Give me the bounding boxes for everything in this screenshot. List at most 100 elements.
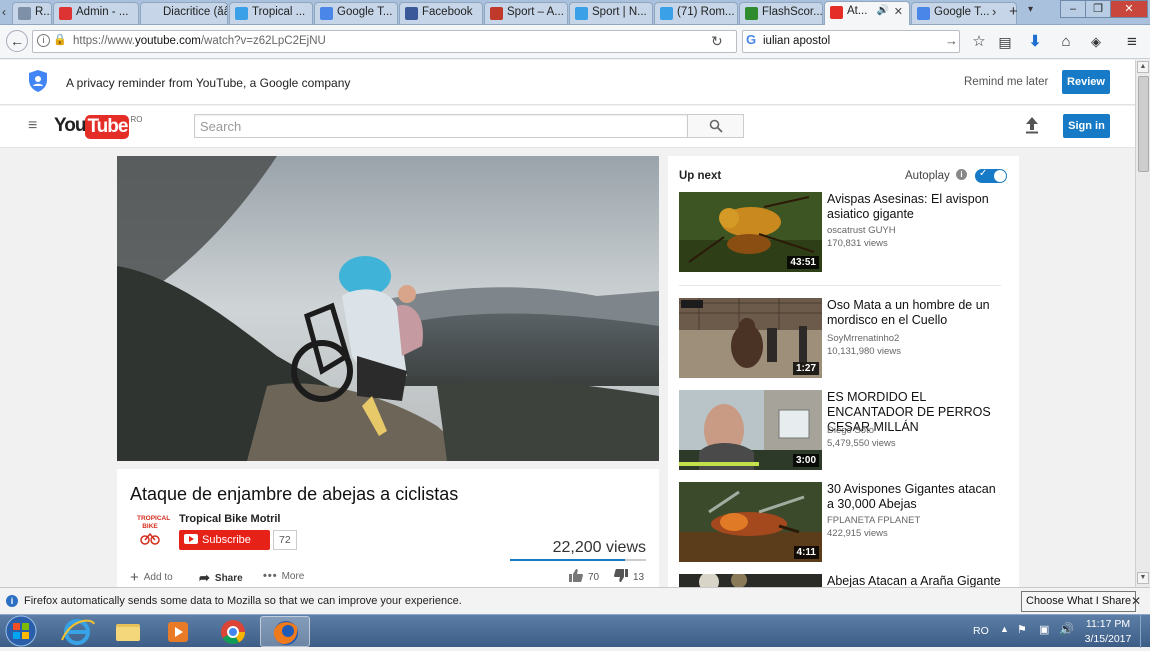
remind-later-button[interactable]: Remind me later bbox=[964, 76, 1048, 88]
clock-date[interactable]: 3/15/2017 bbox=[1084, 633, 1132, 645]
more-button[interactable]: ••• More bbox=[263, 570, 304, 582]
network-icon[interactable]: ▣ bbox=[1039, 623, 1049, 636]
youtube-logo[interactable]: You Tube RO bbox=[54, 115, 142, 139]
recommended-video[interactable]: Abejas Atacan a Araña Gigante || bbox=[679, 574, 1009, 587]
video-duration: 1:27 bbox=[792, 362, 819, 375]
url-bar[interactable]: i 🔒 https://www.youtube.com/watch?v=z62L… bbox=[32, 30, 737, 53]
close-window-button[interactable]: ✕ bbox=[1110, 0, 1148, 18]
start-button[interactable] bbox=[3, 615, 39, 647]
search-button[interactable] bbox=[687, 114, 744, 138]
search-input[interactable]: Search bbox=[194, 114, 688, 138]
recommended-video[interactable]: 43:51 Avispas Asesinas: El avispon asiat… bbox=[679, 192, 1009, 274]
video-title[interactable]: Abejas Atacan a Araña Gigante || bbox=[827, 574, 1005, 587]
flashscore-icon bbox=[745, 7, 758, 20]
video-thumbnail[interactable]: 3:00 bbox=[679, 390, 822, 470]
video-thumbnail[interactable] bbox=[679, 574, 822, 587]
logo-region: RO bbox=[130, 115, 143, 124]
video-title[interactable]: Avispas Asesinas: El avispon asiatico gi… bbox=[827, 192, 1005, 222]
more-dots-icon: ••• bbox=[263, 570, 278, 582]
channel-name: Diego Soto bbox=[827, 425, 875, 436]
search-go-icon[interactable]: → bbox=[945, 33, 958, 48]
back-button[interactable]: ← bbox=[6, 30, 28, 52]
autoplay-toggle[interactable]: ✓ bbox=[975, 168, 1007, 183]
browser-tab[interactable]: At... 🔊 ✕ bbox=[824, 1, 910, 25]
browser-tab[interactable]: Google T... bbox=[911, 2, 1017, 24]
tab-scroll-right-button[interactable]: › bbox=[992, 4, 996, 19]
browser-tab[interactable]: FlashScor... bbox=[739, 2, 823, 24]
menu-icon[interactable]: ≡ bbox=[1122, 32, 1142, 52]
home-icon[interactable]: ⌂ bbox=[1056, 32, 1076, 52]
search-bar[interactable]: G iulian apostol → bbox=[742, 30, 960, 53]
page-scrollbar[interactable]: ▲ ▼ bbox=[1135, 60, 1150, 587]
upload-icon[interactable] bbox=[1024, 116, 1040, 134]
channel-avatar[interactable]: TROPICAL BIKE bbox=[137, 515, 170, 549]
reload-icon[interactable]: ↻ bbox=[711, 33, 723, 50]
view-count: 10,131,980 views bbox=[827, 346, 901, 357]
guide-menu-icon[interactable]: ≡ bbox=[28, 117, 37, 135]
like-button[interactable]: 70 bbox=[569, 569, 599, 583]
browser-tab[interactable]: Diacritice (ăâî... bbox=[140, 2, 228, 24]
tab-list-button[interactable]: ▾ bbox=[1028, 4, 1033, 15]
browser-tab[interactable]: Google T... bbox=[314, 2, 398, 24]
up-next-label: Up next bbox=[679, 170, 722, 182]
browser-tab[interactable]: R... bbox=[12, 2, 52, 24]
add-to-button[interactable]: + Add to bbox=[130, 569, 173, 586]
show-desktop-button[interactable] bbox=[1140, 615, 1150, 648]
tab-label: FlashScor... bbox=[762, 6, 823, 18]
channel-name[interactable]: Tropical Bike Motril bbox=[179, 513, 280, 525]
browser-tab[interactable]: Sport – A... bbox=[484, 2, 568, 24]
speaker-icon[interactable]: 🔊 bbox=[877, 5, 889, 16]
internet-explorer-icon[interactable] bbox=[52, 616, 102, 647]
close-tab-icon[interactable]: ✕ bbox=[894, 5, 903, 18]
video-title[interactable]: Oso Mata a un hombre de un mordisco en e… bbox=[827, 298, 1005, 328]
bookmarks-list-icon[interactable]: ▤ bbox=[995, 32, 1015, 52]
file-explorer-icon[interactable] bbox=[103, 616, 153, 647]
share-button[interactable]: ➦ Share bbox=[199, 570, 243, 586]
tray-expand-icon[interactable]: ▲ bbox=[1000, 624, 1009, 634]
scroll-up-button[interactable]: ▲ bbox=[1137, 61, 1149, 73]
restore-button[interactable]: ❐ bbox=[1085, 0, 1111, 18]
dislike-button[interactable]: 13 bbox=[614, 569, 644, 583]
video-thumbnail[interactable]: 1:27 bbox=[679, 298, 822, 378]
recommended-video[interactable]: 1:27 Oso Mata a un hombre de un mordisco… bbox=[679, 298, 1009, 380]
chrome-icon[interactable] bbox=[208, 616, 258, 647]
scrollbar-thumb[interactable] bbox=[1138, 76, 1149, 172]
info-icon[interactable]: i bbox=[37, 34, 50, 47]
close-notification-icon[interactable]: ✕ bbox=[1131, 594, 1141, 608]
bookmark-star-icon[interactable]: ☆ bbox=[969, 32, 989, 52]
browser-tab[interactable]: Admin - ... bbox=[53, 2, 139, 24]
flag-icon[interactable]: ⚑ bbox=[1017, 623, 1027, 636]
info-circle-icon[interactable]: i bbox=[956, 169, 967, 180]
downloads-icon[interactable]: ⬇ bbox=[1025, 32, 1045, 52]
facebook-icon bbox=[405, 7, 418, 20]
browser-tab[interactable]: Facebook bbox=[399, 2, 483, 24]
recommended-video[interactable]: 4:11 30 Avispones Gigantes atacan a 30,0… bbox=[679, 482, 1009, 564]
firefox-icon[interactable] bbox=[260, 616, 310, 647]
youtube-header: ≡ You Tube RO Search Sign in bbox=[0, 106, 1135, 148]
subscribe-button[interactable]: Subscribe bbox=[179, 530, 270, 550]
scroll-down-button[interactable]: ▼ bbox=[1137, 572, 1149, 584]
browser-tab[interactable]: Tropical ... bbox=[229, 2, 313, 24]
info-icon: i bbox=[6, 595, 18, 607]
video-thumbnail[interactable]: 4:11 bbox=[679, 482, 822, 562]
web-page: A privacy reminder from YouTube, a Googl… bbox=[0, 60, 1135, 587]
video-title[interactable]: 30 Avispones Gigantes atacan a 30,000 Ab… bbox=[827, 482, 1005, 512]
review-button[interactable]: Review bbox=[1062, 70, 1110, 94]
tab-scroll-left-button[interactable]: ‹ bbox=[2, 5, 6, 19]
language-indicator[interactable]: RO bbox=[973, 625, 989, 637]
pocket-icon[interactable]: ◈ bbox=[1086, 32, 1106, 52]
volume-icon[interactable]: 🔊 bbox=[1059, 622, 1074, 636]
sign-in-button[interactable]: Sign in bbox=[1063, 114, 1110, 138]
video-thumbnail[interactable]: 43:51 bbox=[679, 192, 822, 272]
media-player-icon[interactable] bbox=[153, 616, 203, 647]
browser-tab[interactable]: Sport | N... bbox=[569, 2, 653, 24]
choose-what-i-share-button[interactable]: Choose What I Share bbox=[1021, 591, 1137, 612]
share-icon: ➦ bbox=[199, 570, 210, 585]
minimize-button[interactable]: – bbox=[1060, 0, 1086, 18]
thumbs-down-icon bbox=[614, 569, 628, 582]
recommended-video[interactable]: 3:00 ES MORDIDO EL ENCANTADOR DE PERROS … bbox=[679, 390, 1009, 472]
video-player[interactable] bbox=[117, 156, 659, 461]
browser-tab[interactable]: (71) Rom... bbox=[654, 2, 738, 24]
clock-time[interactable]: 11:17 PM bbox=[1084, 618, 1132, 630]
new-tab-button[interactable]: + bbox=[1009, 3, 1018, 20]
